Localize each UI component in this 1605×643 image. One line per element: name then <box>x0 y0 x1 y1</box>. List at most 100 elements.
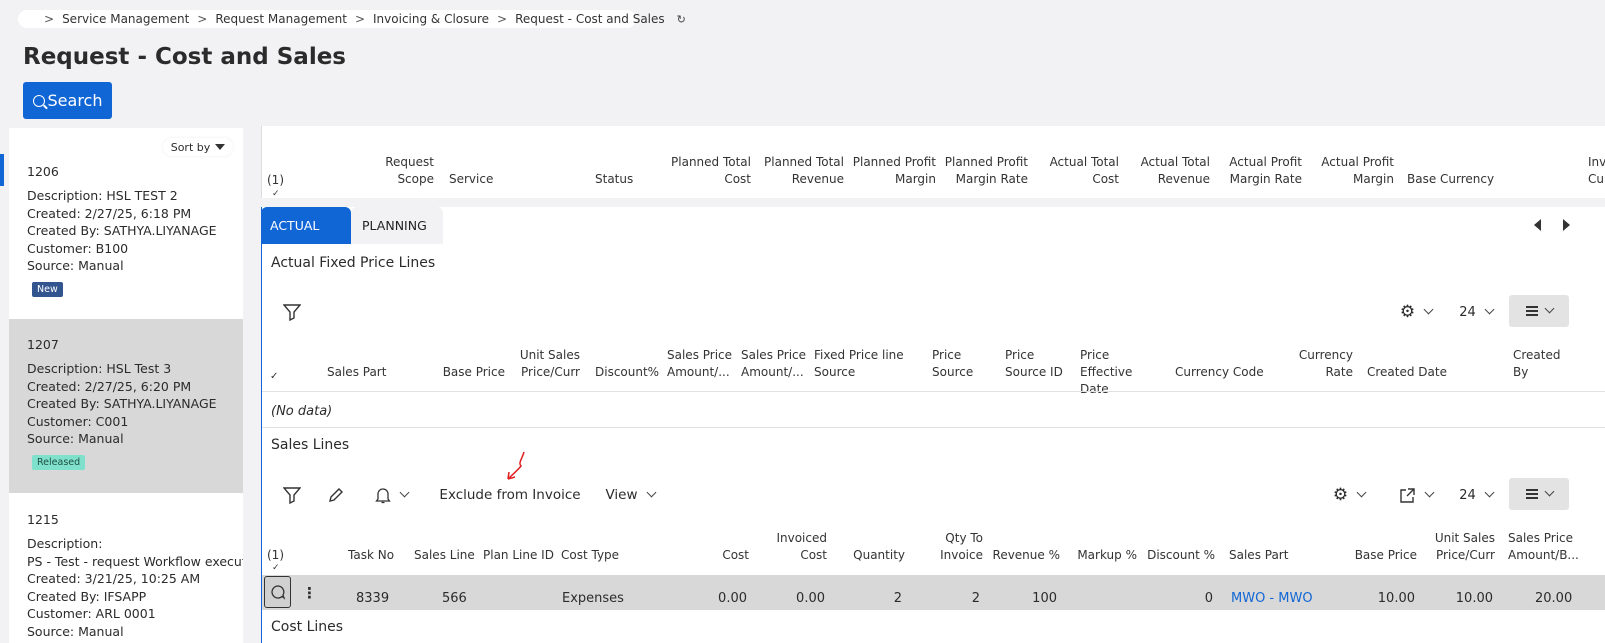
record-description: Description: HSL TEST 2 <box>27 188 178 203</box>
record-number: 1215 <box>27 512 59 527</box>
refresh-icon[interactable]: ↻ <box>677 13 686 26</box>
sort-by-button[interactable]: Sort by <box>163 138 233 156</box>
tab-actual[interactable]: ACTUAL <box>261 207 351 244</box>
search-button[interactable]: Search <box>23 82 112 119</box>
record-customer: Customer: B100 <box>27 240 129 256</box>
settings-menu[interactable]: ⚙ <box>1392 300 1440 324</box>
record-created: Created: 2/27/25, 6:18 PM <box>27 205 192 221</box>
column-header[interactable]: Base Price <box>430 364 505 381</box>
column-header[interactable]: Currency Rate <box>1290 347 1353 381</box>
discount-cell: 0 <box>1204 591 1213 606</box>
column-header[interactable]: Planned Total Revenue <box>762 154 844 188</box>
column-header[interactable]: Planned Total Cost <box>667 154 751 188</box>
gear-icon: ⚙ <box>1332 485 1349 505</box>
row-menu-icon[interactable]: ⋮ <box>302 584 317 602</box>
column-header[interactable]: Quantity <box>845 547 905 564</box>
chevron-down-icon <box>1423 304 1434 315</box>
page-size-selector[interactable]: 24 <box>1455 483 1497 507</box>
column-header[interactable]: Fixed Price line Source <box>814 347 910 381</box>
view-menu-button[interactable]: View <box>596 480 664 510</box>
column-header[interactable]: Invoiced Cost <box>770 530 827 564</box>
record-created-by: Created By: IFSAPP <box>27 588 147 604</box>
cost-type-cell: Expenses <box>562 591 624 606</box>
list-item[interactable]: 1215 Description: PS - Test - request Wo… <box>9 494 243 643</box>
annotation-arrow-icon <box>507 451 525 480</box>
task-no-cell: 8339 <box>356 591 390 606</box>
chevron-right-icon: > <box>497 12 508 26</box>
list-view-button[interactable] <box>1509 295 1569 327</box>
chevron-down-icon <box>399 487 409 498</box>
search-button-label: Search <box>47 91 103 110</box>
divider <box>262 427 1605 428</box>
export-menu[interactable] <box>1392 483 1440 507</box>
column-header[interactable]: Sales Line <box>414 547 475 564</box>
column-header[interactable]: Planned Profit Margin <box>852 154 936 188</box>
column-header[interactable]: Sales Price Amount/B... <box>1508 530 1598 564</box>
column-header[interactable]: Created By <box>1513 347 1563 381</box>
scroll-left-icon[interactable] <box>1534 219 1541 231</box>
column-header[interactable]: Base Currency <box>1407 171 1494 188</box>
column-header[interactable]: Actual Total Revenue <box>1130 154 1210 188</box>
column-header[interactable]: Sales Price Amount/... <box>741 347 809 381</box>
column-header[interactable]: Base Price <box>1350 547 1417 564</box>
list-item[interactable]: 1206 Description: HSL TEST 2 Created: 2/… <box>9 162 243 317</box>
breadcrumb-item-invoicing-closure[interactable]: Invoicing & Closure <box>373 12 489 26</box>
column-header[interactable]: Discount % <box>1145 547 1215 564</box>
column-header[interactable]: Plan Line ID <box>483 547 554 564</box>
column-header[interactable]: Cost <box>700 547 749 564</box>
breadcrumb-item-service-management[interactable]: Service Management <box>62 12 189 26</box>
notifications-menu[interactable] <box>368 483 414 507</box>
column-header[interactable]: Request Scope <box>372 154 434 188</box>
breadcrumb-item-request-management[interactable]: Request Management <box>215 12 347 26</box>
column-header[interactable]: Qty To Invoice <box>930 530 983 564</box>
column-header[interactable]: Cost Type <box>561 547 619 564</box>
row-select-checkbox[interactable] <box>264 576 291 608</box>
column-header[interactable]: Markup % <box>1070 547 1137 564</box>
column-header[interactable]: Sales Part <box>1229 547 1288 564</box>
sales-part-link[interactable]: MWO - MWO <box>1231 591 1313 606</box>
column-header[interactable]: Unit Sales Price/Curr <box>1430 530 1495 564</box>
column-header[interactable]: Planned Profit Margin Rate <box>942 154 1028 188</box>
quantity-cell: 2 <box>893 591 902 606</box>
column-header[interactable]: Actual Profit Margin <box>1312 154 1394 188</box>
scroll-right-icon[interactable] <box>1563 219 1570 231</box>
breadcrumb-item-current: Request - Cost and Sales <box>515 12 665 26</box>
column-header[interactable]: Service <box>449 171 493 188</box>
cost-lines-title: Cost Lines <box>271 619 344 635</box>
column-header[interactable]: Revenue % <box>990 547 1060 564</box>
page-size-selector[interactable]: 24 <box>1455 300 1497 324</box>
filter-icon[interactable] <box>280 483 304 507</box>
record-description: PS - Test - request Workflow executio <box>27 553 243 569</box>
column-header[interactable]: Currency Code <box>1175 364 1264 381</box>
column-header[interactable]: Discount% <box>595 364 659 381</box>
column-header[interactable]: Price Source ID <box>1005 347 1065 381</box>
column-header[interactable]: Created Date <box>1367 364 1447 381</box>
record-created: Created: 3/21/25, 10:25 AM <box>27 571 201 586</box>
select-all-checkmark-icon[interactable]: ✓ <box>272 186 280 203</box>
status-badge: New <box>32 281 63 297</box>
column-header[interactable]: Sales Part <box>327 364 386 381</box>
column-header[interactable]: Actual Total Cost <box>1042 154 1119 188</box>
list-view-icon <box>1525 306 1538 316</box>
list-item[interactable]: 1207 Description: HSL Test 3 Created: 2/… <box>9 319 243 493</box>
divider <box>262 391 1605 392</box>
filter-icon[interactable] <box>280 300 304 324</box>
column-header[interactable]: Task No <box>348 547 394 564</box>
sort-by-label: Sort by <box>170 140 211 154</box>
record-number: 1207 <box>27 337 59 352</box>
chevron-down-icon <box>1484 487 1495 498</box>
column-header[interactable]: Unit Sales Price/Curr <box>515 347 580 381</box>
settings-menu[interactable]: ⚙ <box>1325 483 1373 507</box>
column-header[interactable]: Status <box>595 171 633 188</box>
record-source: Source: Manual <box>27 258 124 273</box>
column-header[interactable]: Price Source <box>932 347 982 381</box>
column-header[interactable]: Inv Cu <box>1588 154 1605 188</box>
select-all-checkmark-icon[interactable]: ✓ <box>270 368 278 385</box>
tab-planning[interactable]: PLANNING <box>351 207 443 244</box>
list-view-button[interactable] <box>1509 478 1569 510</box>
record-created-by: Created By: SATHYA.LIYANAGE <box>27 223 217 238</box>
column-header[interactable]: Sales Price Amount/... <box>667 347 735 381</box>
edit-icon[interactable] <box>324 483 348 507</box>
column-header[interactable]: Actual Profit Margin Rate <box>1222 154 1302 188</box>
record-description: Description: HSL Test 3 <box>27 361 172 376</box>
